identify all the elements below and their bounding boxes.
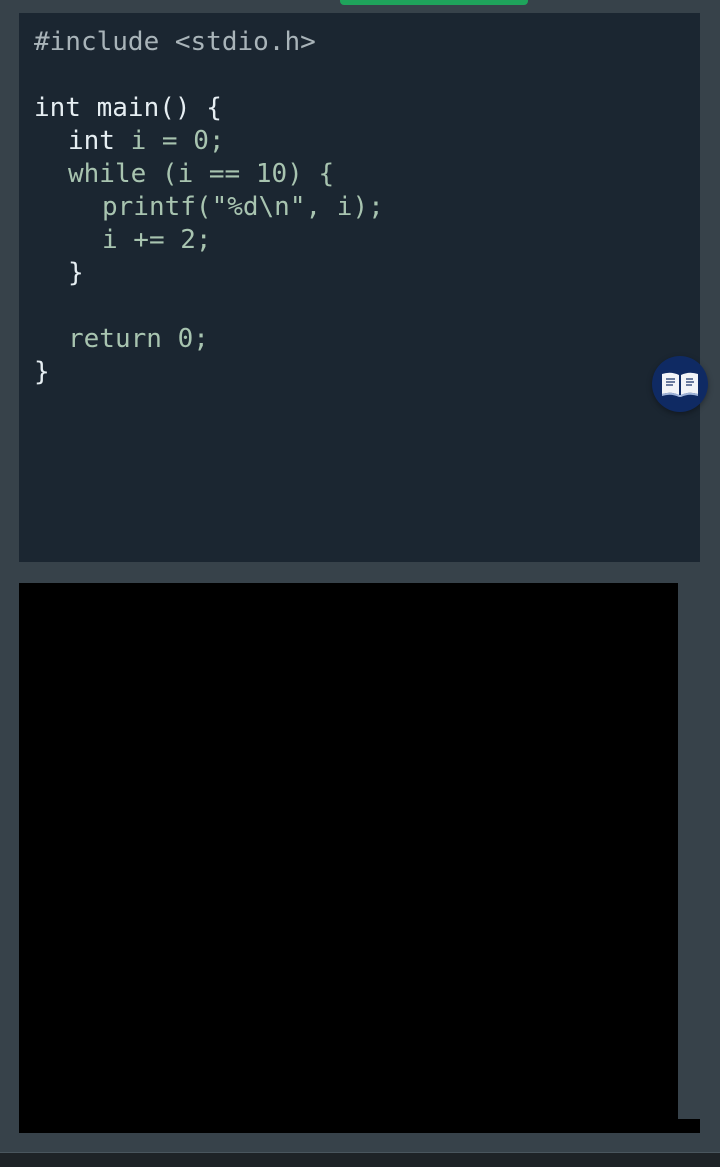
code-line-include: #include <stdio.h> — [34, 27, 316, 57]
output-console[interactable] — [19, 583, 678, 1133]
code-line-while: while (i == 10) { — [68, 159, 335, 189]
code-line-close-while: } — [68, 258, 84, 288]
code-line-increment: i += 2; — [102, 225, 212, 255]
code-line-printf: printf("%d\n", i); — [102, 192, 384, 222]
code-line-close-main: } — [34, 357, 50, 387]
output-console-corner — [678, 1119, 700, 1133]
code-editor-panel[interactable]: #include <stdio.h> int main() {int i = 0… — [19, 13, 700, 562]
code-line-main: int main() { — [34, 92, 384, 125]
code-line-return: return 0; — [68, 324, 209, 354]
bottom-bar — [0, 1152, 720, 1167]
code-block: #include <stdio.h> int main() {int i = 0… — [34, 26, 384, 389]
code-token-main: main() { — [80, 93, 222, 123]
code-token-int: int — [34, 93, 81, 123]
active-tab-indicator[interactable] — [340, 0, 528, 5]
code-token-assign: i = 0; — [114, 126, 225, 156]
book-icon — [662, 372, 698, 397]
book-button[interactable] — [652, 356, 708, 412]
code-token-int: int — [68, 126, 115, 156]
code-line-declare: int i = 0; — [34, 125, 384, 158]
